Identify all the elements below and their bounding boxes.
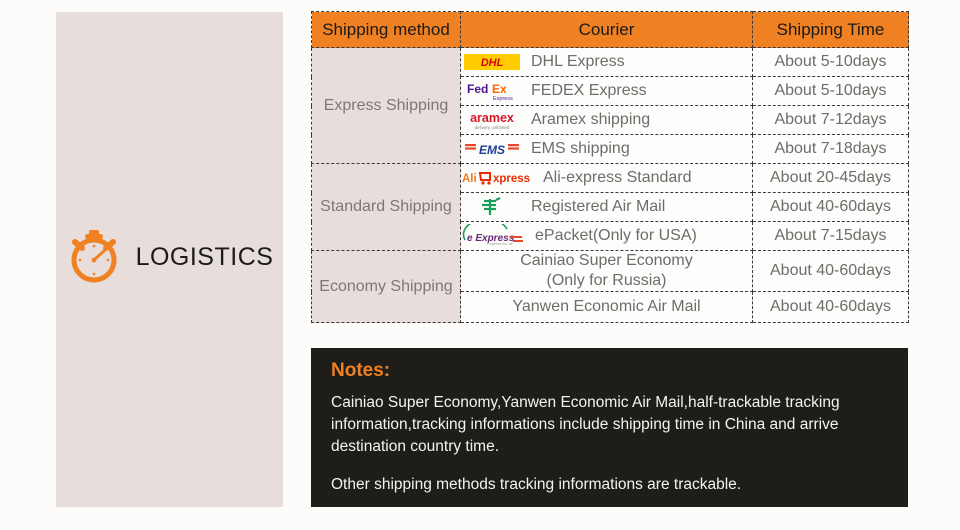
courier-name: ePacket(Only for USA) [535, 227, 697, 244]
courier-name: DHL Express [531, 53, 625, 70]
shipping-time: About 5-10days [752, 76, 909, 106]
courier-cell: e Express Express for all ePacket(Only f… [460, 221, 753, 251]
courier-cell: Cainiao Super Economy (Only for Russia) [460, 250, 753, 292]
china-post-logo [461, 194, 523, 220]
courier-cell: Fed Ex Express FEDEX Express [460, 76, 753, 106]
shipping-time: About 7-15days [752, 221, 909, 251]
shipping-time: About 20-45days [752, 163, 909, 193]
svg-text:Ali: Ali [462, 173, 477, 185]
dhl-logo: DHL [461, 49, 523, 75]
table-row: Express Shipping DHL DHL Express About 5… [311, 47, 909, 164]
courier-name: FEDEX Express [531, 82, 647, 99]
table-row: Economy Shipping Cainiao Super Economy (… [311, 250, 909, 323]
courier-name: Yanwen Economic Air Mail [460, 291, 753, 323]
shipping-time: About 5-10days [752, 47, 909, 77]
courier-cell: Ali xpress Ali-express Standard [460, 163, 753, 193]
header-shipping-time: Shipping Time [752, 11, 909, 48]
notes-paragraph-2: Other shipping methods tracking informat… [331, 476, 742, 493]
shipping-time: About 40-60days [752, 192, 909, 222]
svg-text:DHL: DHL [481, 57, 504, 69]
svg-text:Ex: Ex [492, 82, 507, 96]
method-standard-shipping: Standard Shipping [311, 163, 461, 251]
method-express-shipping: Express Shipping [311, 47, 461, 164]
method-economy-shipping: Economy Shipping [311, 250, 461, 323]
header-shipping-method: Shipping method [311, 11, 461, 48]
shipping-time: About 7-12days [752, 105, 909, 135]
svg-text:Express: Express [493, 96, 513, 102]
table-row: Standard Shipping Ali xpress Ali-express… [311, 163, 909, 251]
courier-name-line2: (Only for Russia) [546, 272, 667, 289]
svg-text:Express for all: Express for all [487, 241, 512, 246]
shipping-time: About 40-60days [752, 250, 909, 292]
shipping-time: About 7-18days [752, 134, 909, 164]
aramex-logo: aramex delivery unlimited [461, 107, 523, 133]
svg-text:EMS: EMS [479, 143, 505, 157]
courier-cell: EMS EMS shipping [460, 134, 753, 164]
svg-text:Fed: Fed [467, 82, 488, 96]
stopwatch-icon [66, 226, 122, 289]
aliexpress-logo: Ali xpress [461, 165, 535, 191]
courier-name: Registered Air Mail [531, 198, 666, 215]
logistics-panel: LOGISTICS [56, 12, 283, 507]
shipping-time: About 40-60days [752, 291, 909, 323]
logistics-label: LOGISTICS [135, 243, 274, 271]
svg-text:xpress: xpress [493, 173, 530, 185]
fedex-logo: Fed Ex Express [461, 78, 523, 104]
notes-paragraph-1: Cainiao Super Economy,Yanwen Economic Ai… [331, 394, 840, 455]
courier-cell: Registered Air Mail [460, 192, 753, 222]
courier-name: Cainiao Super Economy [520, 252, 693, 270]
courier-cell: DHL DHL Express [460, 47, 753, 77]
table-header-row: Shipping method Courier Shipping Time [311, 11, 909, 48]
svg-text:delivery unlimited: delivery unlimited [475, 125, 510, 130]
notes-box: Notes: Cainiao Super Economy,Yanwen Econ… [311, 348, 908, 507]
courier-cell: aramex delivery unlimited Aramex shippin… [460, 105, 753, 135]
courier-name: EMS shipping [531, 140, 630, 157]
svg-text:aramex: aramex [470, 111, 514, 125]
courier-name: Aramex shipping [531, 111, 651, 128]
courier-name: Ali-express Standard [543, 169, 692, 186]
logistics-badge: LOGISTICS [66, 226, 274, 289]
shipping-methods-table: Shipping method Courier Shipping Time Ex… [311, 11, 909, 323]
header-courier: Courier [460, 11, 753, 48]
eexpress-logo: e Express Express for all [461, 223, 527, 249]
ems-logo: EMS [461, 136, 523, 162]
notes-title: Notes: [331, 360, 391, 381]
